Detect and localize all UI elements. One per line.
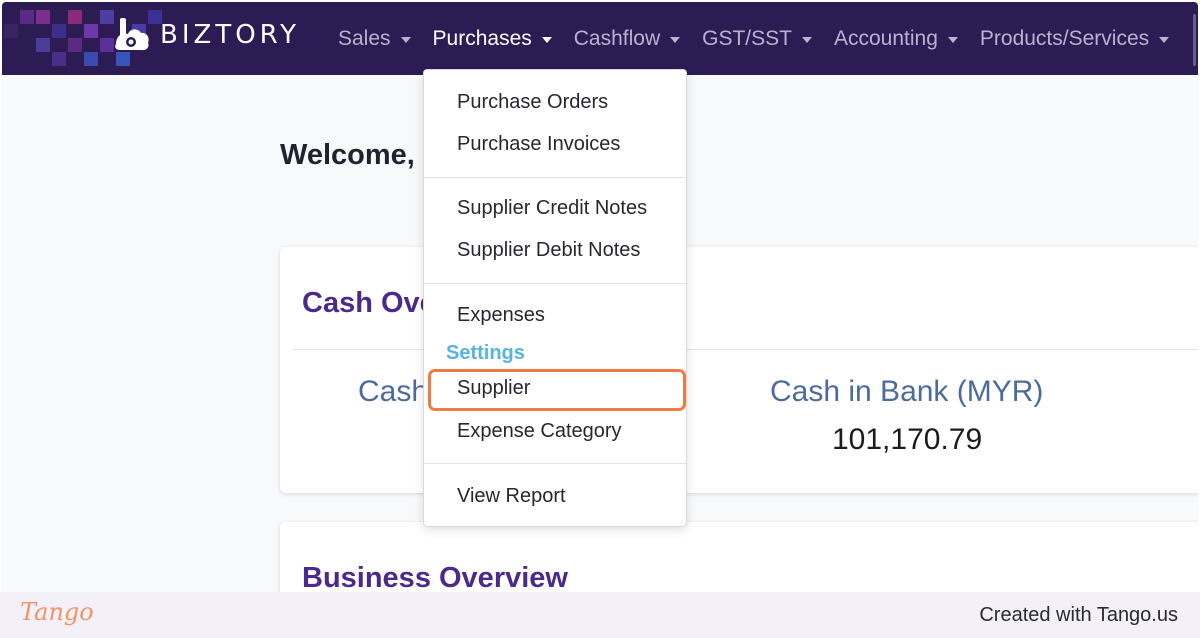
nav-cashflow-label: Cashflow [573, 26, 661, 50]
purchases-dropdown-menu: Purchase Orders Purchase Invoices Suppli… [423, 69, 687, 527]
cash-in-bank-value: 101,170.79 [832, 423, 983, 456]
nav-cashflow[interactable]: Cashflow [573, 26, 681, 51]
nav-purchases-label: Purchases [432, 26, 532, 50]
menu-item-expense-category[interactable]: Expense Category [457, 420, 622, 443]
nav-products-services-label: Products/Services [979, 26, 1150, 50]
nav-products-services[interactable]: Products/Services [979, 26, 1170, 51]
nav-scrollbar[interactable] [1193, 14, 1196, 66]
chevron-down-icon [400, 36, 411, 43]
business-overview-title: Business Overview [302, 562, 568, 592]
cash-in-bank-label: Cash in Bank (MYR) [770, 375, 1044, 408]
menu-item-view-report[interactable]: View Report [457, 485, 566, 508]
nav-purchases[interactable]: Purchases [433, 27, 552, 51]
top-navbar: BIZTORY Sales Purchases Cashflow GST/SST… [2, 2, 1198, 75]
menu-item-supplier-credit-notes[interactable]: Supplier Credit Notes [457, 197, 647, 220]
nav-accounting[interactable]: Accounting [834, 27, 958, 51]
menu-section-settings: Settings [446, 342, 525, 364]
tango-logo: Tango [20, 598, 94, 626]
nav-accounting-label: Accounting [833, 26, 938, 50]
chevron-down-icon [670, 36, 681, 43]
nav-sales-label: Sales [338, 26, 391, 50]
menu-item-expenses[interactable]: Expenses [457, 304, 545, 327]
menu-item-purchase-orders[interactable]: Purchase Orders [457, 91, 608, 114]
cash-overview-card: Cash Ove Cash Cash in Bank (MYR) 101,170… [280, 247, 1198, 493]
chevron-down-icon [541, 36, 552, 43]
nav-gst-sst[interactable]: GST/SST [702, 27, 812, 51]
menu-divider [424, 283, 686, 284]
brand[interactable]: BIZTORY [110, 14, 300, 56]
chevron-down-icon [1159, 36, 1170, 43]
tango-footer: Tango Created with Tango.us [0, 592, 1200, 638]
menu-item-supplier[interactable]: Supplier [457, 377, 530, 400]
chevron-down-icon [947, 36, 958, 43]
tango-credit-text: Created with Tango.us [979, 604, 1178, 626]
menu-item-supplier-debit-notes[interactable]: Supplier Debit Notes [457, 239, 640, 262]
biztory-logo-icon [115, 18, 149, 51]
nav-sales[interactable]: Sales [338, 27, 411, 51]
main-nav: Sales Purchases Cashflow GST/SST Account… [338, 2, 1191, 75]
app-window: BIZTORY Sales Purchases Cashflow GST/SST… [2, 2, 1198, 592]
chevron-down-icon [801, 36, 812, 43]
cash-stat-label: Cash [358, 375, 429, 408]
menu-divider [424, 463, 686, 464]
menu-divider [424, 177, 686, 178]
cash-overview-title: Cash Ove [302, 287, 436, 319]
welcome-heading: Welcome, [280, 139, 415, 171]
brand-name: BIZTORY [160, 20, 300, 50]
business-overview-card: Business Overview [280, 522, 1198, 592]
menu-item-purchase-invoices[interactable]: Purchase Invoices [457, 133, 620, 156]
nav-gst-sst-label: GST/SST [702, 26, 792, 50]
